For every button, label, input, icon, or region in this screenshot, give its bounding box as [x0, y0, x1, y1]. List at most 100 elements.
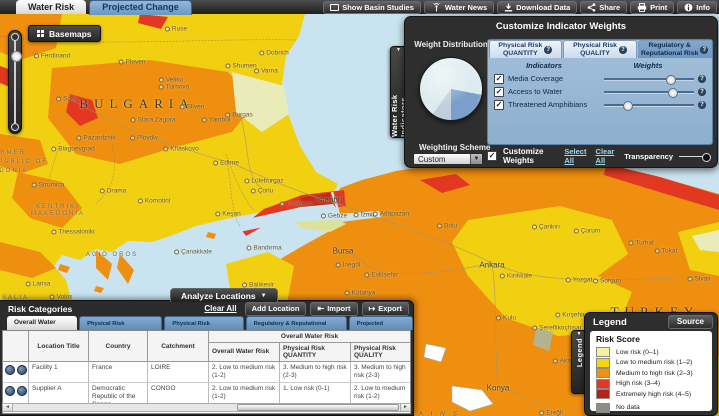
print-button[interactable]: Print — [630, 1, 675, 14]
access-to-water-weight-slider[interactable] — [604, 87, 694, 98]
clear-all-link[interactable]: Clear All — [596, 147, 619, 165]
export-icon: ↦ — [368, 303, 376, 313]
legend-swatch — [596, 357, 610, 368]
mode-tabs: Water Risk Projected Change — [16, 0, 192, 15]
transparency-label: Transparency — [624, 151, 673, 161]
help-icon[interactable]: ? — [698, 87, 706, 96]
map-zoom-slider[interactable] — [8, 30, 22, 134]
help-icon[interactable]: ? — [698, 100, 706, 109]
scroll-right-icon[interactable]: ► — [400, 404, 410, 411]
help-icon[interactable]: ? — [700, 45, 709, 54]
share-button[interactable]: Share — [580, 1, 628, 14]
slider-thumb[interactable] — [622, 100, 633, 111]
weight-pie-chart — [419, 57, 483, 121]
col-catchment: Catchment — [148, 331, 209, 361]
weighting-scheme-dropdown[interactable]: Custom ▼ — [413, 153, 483, 165]
tab-physical-risk-quality[interactable]: Physical Risk QUALITY — [164, 316, 244, 341]
show-basin-studies-button[interactable]: Show Basin Studies — [323, 1, 421, 14]
risk-category-tabs: Physical Risk QUANTITY ? Physical Risk QUA… — [488, 40, 712, 58]
help-icon[interactable]: ? — [698, 74, 706, 83]
access-to-water-checkbox[interactable]: ✓ — [494, 86, 504, 97]
group-header: Overall Water Risk — [209, 331, 410, 343]
transparency-slider[interactable] — [679, 152, 711, 162]
row-zoom-icon[interactable] — [4, 365, 15, 375]
threatened-amphibians-checkbox[interactable]: ✓ — [494, 99, 504, 110]
row-info-icon[interactable] — [16, 365, 27, 375]
scrollbar-thumb[interactable] — [237, 404, 399, 411]
legend-swatch — [596, 368, 610, 379]
customize-weights-checkbox[interactable]: ✓ — [487, 151, 497, 161]
tab-physical-risk-quality[interactable]: Physical Risk QUALITY ? — [563, 40, 637, 58]
basin-studies-icon — [330, 4, 340, 11]
info-button[interactable]: Info — [677, 1, 717, 14]
toolbar: Show Basin Studies Water News Download D… — [323, 1, 717, 14]
col-overall-water-risk: Overall Water Risk — [209, 343, 280, 361]
legend-item: Extremely high risk (4–5) — [596, 389, 706, 400]
legend-swatch — [596, 389, 610, 400]
legend-swatch — [596, 378, 610, 389]
info-icon — [684, 3, 693, 12]
customize-indicator-weights-panel: Customize Indicator Weights Weight Distr… — [404, 16, 718, 168]
add-location-button[interactable]: Add Location — [244, 301, 307, 316]
export-button[interactable]: ↦ Export — [361, 301, 409, 316]
row-info-icon[interactable] — [16, 386, 27, 396]
scrollbar-track[interactable] — [13, 404, 400, 411]
clear-all-link[interactable]: Clear All — [204, 304, 236, 313]
legend-panel: Legend Source Risk Score Low risk (0–1) … — [584, 312, 718, 416]
zoom-slider-thumb[interactable] — [10, 51, 22, 62]
antenna-icon — [432, 3, 441, 12]
slider-thumb[interactable] — [667, 87, 678, 98]
threatened-amphibians-weight-slider[interactable] — [604, 100, 694, 111]
legend-item: Low risk (0–1) — [596, 347, 706, 358]
transparency-thumb[interactable] — [702, 152, 711, 162]
dropdown-arrow-icon: ▼ — [470, 154, 482, 164]
row-zoom-icon[interactable] — [4, 386, 15, 396]
legend-item: No data — [596, 402, 706, 414]
source-button[interactable]: Source — [667, 315, 713, 329]
basemaps-label: Basemaps — [49, 28, 92, 39]
tab-physical-risk-quantity[interactable]: Physical Risk QUANTITY ? — [488, 40, 563, 58]
overall-water-risk-group: Overall Water Risk Overall Water Risk Ph… — [209, 331, 410, 361]
tab-regulatory-reputational-risk[interactable]: Regulatory & Reputational Risk ? — [637, 40, 712, 58]
horizontal-scrollbar[interactable]: ◄ ► — [2, 403, 411, 412]
tab-projected-change[interactable]: Projected Change — [89, 0, 192, 15]
panel-title: Customize Indicator Weights — [495, 21, 627, 32]
legend-swatch — [596, 347, 610, 358]
tab-projected-change[interactable]: Projected Change — [348, 316, 413, 341]
tab-physical-risk-quantity[interactable]: Physical Risk QUANTITY — [79, 316, 163, 341]
col-country: Country — [89, 331, 148, 361]
media-coverage-weight-slider[interactable] — [604, 74, 694, 85]
media-coverage-checkbox[interactable]: ✓ — [494, 73, 504, 84]
customize-weights-label: Customize Weights — [503, 147, 544, 165]
top-bar: Water Risk Projected Change Show Basin S… — [0, 0, 719, 15]
app: { "header": { "tabs": [ {"label": "Water… — [0, 0, 719, 416]
indicator-row-access-to-water: ✓ Access to Water ? — [488, 85, 712, 98]
legend-item: High risk (3–4) — [596, 378, 706, 390]
import-button[interactable]: ⇤ Import — [310, 301, 358, 316]
water-news-button[interactable]: Water News — [423, 1, 495, 14]
tab-water-risk[interactable]: Water Risk — [16, 0, 87, 14]
analyze-locations-toggle[interactable]: Analyze Locations ▼ — [170, 288, 278, 302]
slider-thumb[interactable] — [665, 74, 676, 85]
indicator-row-threatened-amphibians: ✓ Threatened Amphibians ? — [488, 98, 712, 111]
col-physical-risk-quality: Physical Risk QUALITY — [354, 344, 396, 359]
scroll-left-icon[interactable]: ◄ — [3, 404, 13, 411]
table-row[interactable]: Facility 1 France LOIRE 2. Low to medium… — [3, 362, 410, 383]
weighting-scheme-label: Weighting Scheme — [419, 143, 491, 152]
collapse-triangle-icon: ▼ — [396, 47, 401, 53]
download-data-button[interactable]: Download Data — [497, 1, 578, 14]
import-icon: ⇤ — [317, 303, 325, 313]
help-icon[interactable]: ? — [544, 45, 553, 54]
panel-header: Risk Categories Clear All Add Location ⇤… — [0, 301, 413, 316]
chevron-down-icon: ▼ — [260, 292, 267, 299]
download-icon — [504, 3, 513, 12]
tab-regulatory-reputational-risk[interactable]: Regulatory & Reputational Risk — [245, 316, 347, 341]
risk-categories-panel: Risk Categories Clear All Add Location ⇤… — [0, 300, 414, 416]
zoom-out-icon[interactable] — [11, 123, 19, 131]
indicator-row-media-coverage: ✓ Media Coverage ? — [488, 72, 712, 85]
tab-overall-water-risk[interactable]: Overall Water Risk — [7, 316, 78, 340]
legend-item: Low to medium risk (1–2) — [596, 357, 706, 369]
help-icon[interactable]: ? — [618, 45, 627, 54]
basemaps-button[interactable]: Basemaps — [28, 25, 101, 42]
select-all-link[interactable]: Select All — [564, 147, 589, 165]
